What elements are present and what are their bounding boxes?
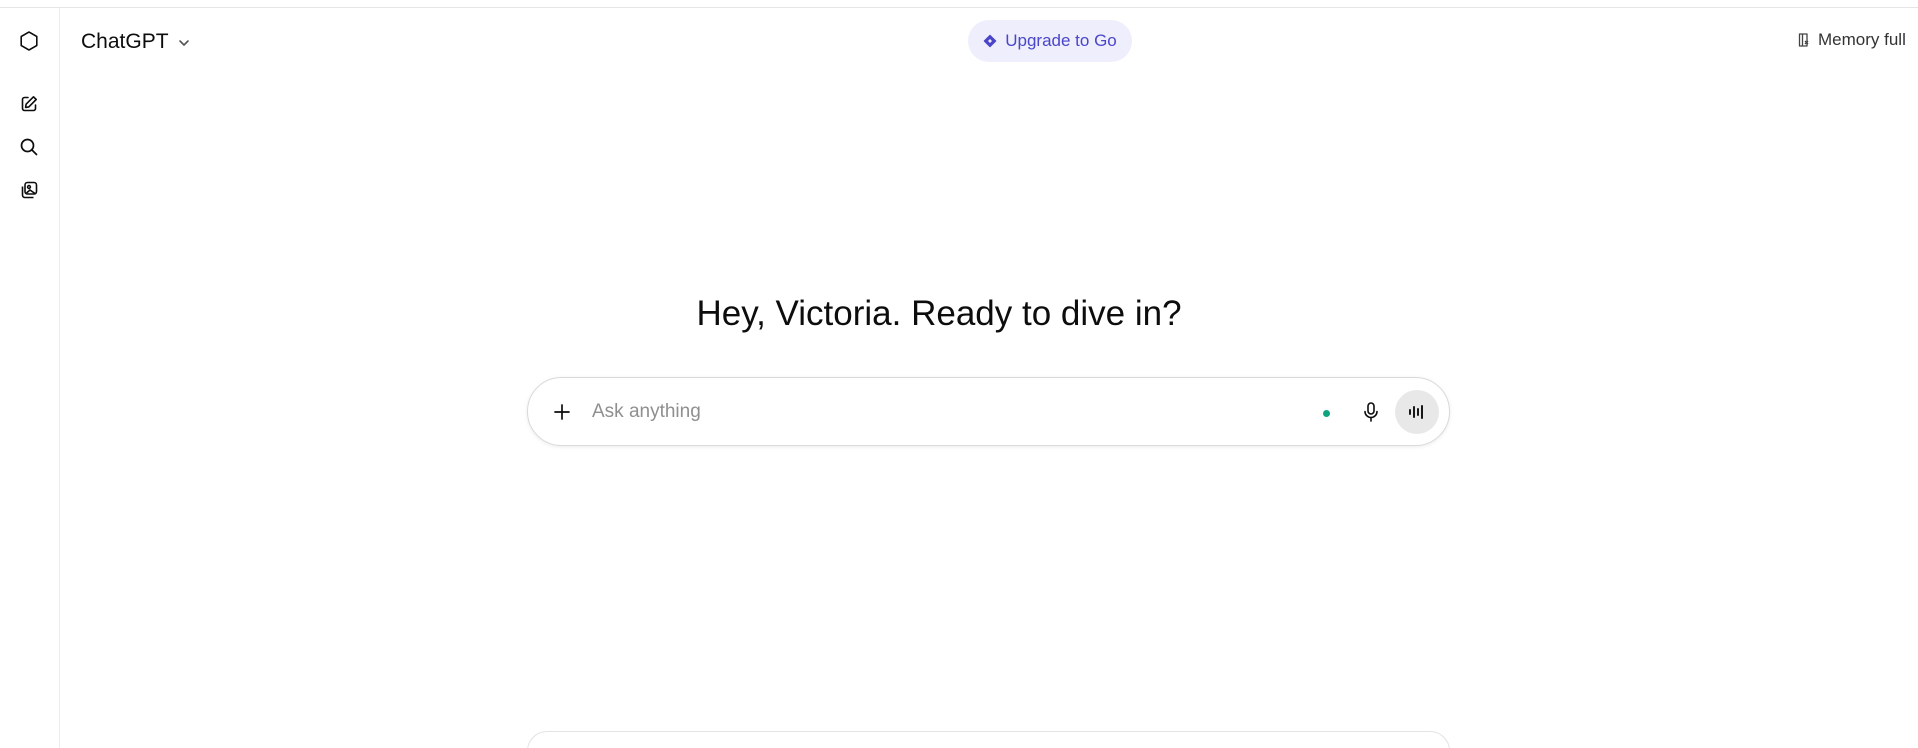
memory-label: Memory full [1818,30,1906,49]
new-chat-icon [21,96,37,112]
status-dot [1323,410,1330,417]
voice-waveform-icon [1409,405,1423,419]
library-button[interactable] [14,175,44,205]
greeting-text: Hey, Victoria. Ready to dive in? [696,294,1182,333]
model-label: ChatGPT [81,30,169,53]
sidebar-rail [0,8,60,748]
microphone-icon [1364,402,1378,422]
prompt-input[interactable] [592,396,1232,428]
secondary-composer-edge [527,731,1450,748]
diamond-icon [983,34,997,48]
plus-icon [554,404,570,420]
library-icon [21,181,38,199]
home-logo-button[interactable] [14,26,44,56]
upgrade-label: Upgrade to Go [1005,31,1117,50]
voice-mode-button[interactable] [1395,390,1439,434]
dictate-button[interactable] [1355,396,1387,428]
add-attachment-button[interactable] [544,394,580,430]
upgrade-button[interactable]: Upgrade to Go [968,20,1132,62]
search-chats-button[interactable] [14,132,44,162]
new-chat-button[interactable] [14,89,44,119]
openai-logo-icon [20,31,38,51]
search-icon [20,138,38,156]
top-header: ChatGPT Upgrade to Go Memory full [61,8,1918,72]
window-top-border [0,0,1918,8]
greeting-heading: Hey, Victoria. Ready to dive in? [0,294,1918,334]
prompt-composer [527,377,1450,446]
model-selector[interactable]: ChatGPT [81,26,191,58]
memory-status-button[interactable]: Memory full [1796,30,1906,50]
memory-icon [1798,33,1809,47]
chevron-down-icon [178,40,189,46]
